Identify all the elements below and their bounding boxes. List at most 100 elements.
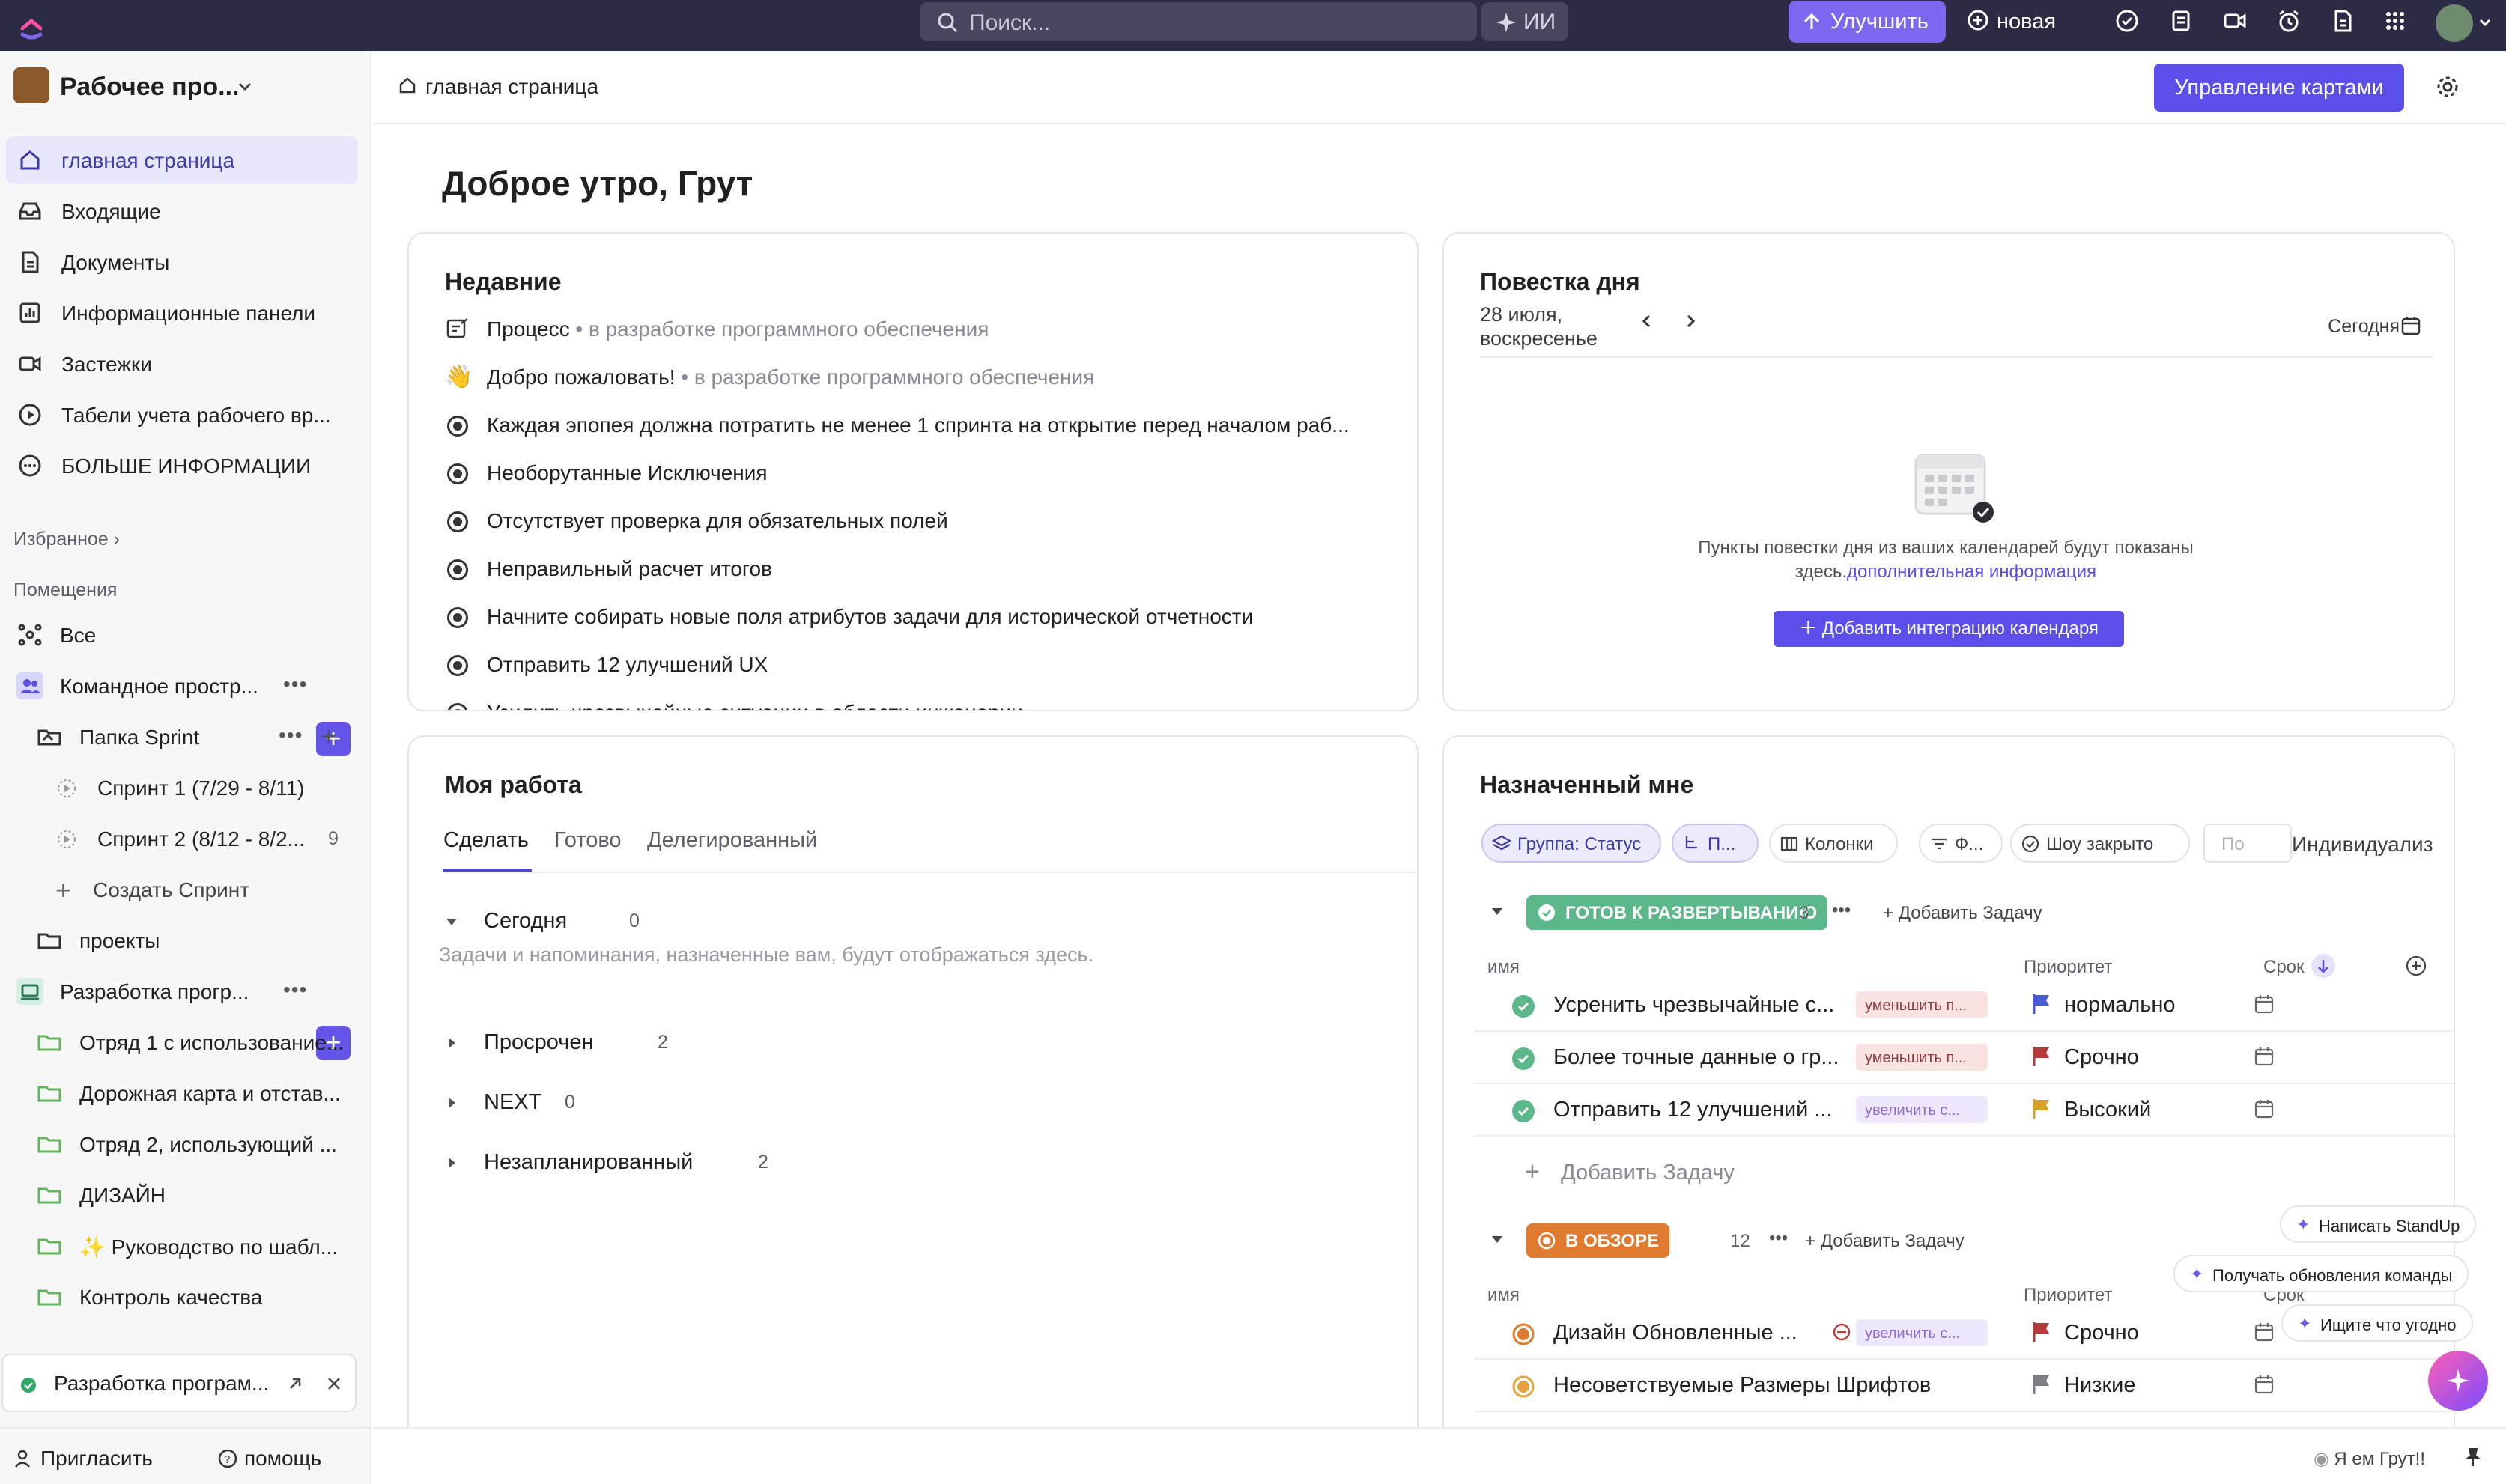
close-icon[interactable] xyxy=(324,1373,345,1394)
task-status-done-icon[interactable] xyxy=(1511,994,1535,1018)
sprint-folder-icon xyxy=(37,729,61,746)
status-review-more-icon[interactable]: ••• xyxy=(1769,1228,1788,1249)
task-tag[interactable]: увеличить с... xyxy=(1856,1096,1988,1123)
due-date-icon[interactable] xyxy=(2253,1373,2275,1396)
status-pill-review[interactable]: В ОБЗОРЕ xyxy=(1526,1223,1670,1258)
alarm-clock-icon[interactable] xyxy=(2275,7,2302,34)
notepad-icon[interactable] xyxy=(2167,7,2194,34)
due-date-icon[interactable] xyxy=(2253,993,2275,1015)
clickup-logo-icon[interactable] xyxy=(16,9,46,42)
status-review-add-task[interactable]: + Добавить Задачу xyxy=(1805,1231,1965,1252)
document-icon[interactable] xyxy=(2329,7,2356,34)
task-tag[interactable]: увеличить с... xyxy=(1856,1319,1988,1346)
ai-suggestion-label: Получать обновления команды xyxy=(2212,1266,2453,1285)
workspace-name: Рабочее про... xyxy=(60,73,240,101)
due-date-icon[interactable] xyxy=(2253,1098,2275,1120)
show-closed-chip[interactable]: Шоу закрыто xyxy=(2010,824,2190,863)
col-priority-header[interactable]: Приоритет xyxy=(2024,1285,2112,1306)
user-status[interactable]: ◉ Я ем Грут!! xyxy=(2314,1448,2425,1470)
col-priority-header[interactable]: Приоритет xyxy=(2024,957,2112,978)
subtask-icon xyxy=(1685,836,1697,849)
my-work-card: Моя работа Сделать Готово Делегированный… xyxy=(407,735,1419,1454)
check-circle-icon[interactable] xyxy=(2114,7,2141,34)
upgrade-button[interactable]: Улучшить xyxy=(1789,1,1946,43)
columns-chip[interactable]: Колонки xyxy=(1769,824,1898,863)
add-column-icon[interactable] xyxy=(2404,954,2428,978)
page-header: главная страница Управление картами xyxy=(373,51,2506,124)
nav-clips[interactable]: Застежки xyxy=(6,340,358,388)
task-status-done-icon[interactable] xyxy=(1511,1047,1535,1071)
gear-icon[interactable] xyxy=(2434,73,2461,100)
add-calendar-integration-button[interactable]: ＋ Добавить интеграцию календаря xyxy=(1774,611,2124,647)
nav-timesheets[interactable]: Табели учета рабочего вр... xyxy=(6,391,358,439)
filter-chip[interactable]: Ф... xyxy=(1919,824,2003,863)
tab-delegated[interactable]: Делегированный xyxy=(647,828,817,853)
group-by-status-chip[interactable]: Группа: Статус xyxy=(1481,824,1661,863)
col-due-header[interactable]: Срок xyxy=(2263,957,2305,978)
task-tag[interactable]: уменьшить п... xyxy=(1856,1044,1988,1071)
chevron-left-icon[interactable] xyxy=(1637,311,1657,331)
space-team-more-icon[interactable]: ••• xyxy=(283,672,307,696)
status-ready-more-icon[interactable]: ••• xyxy=(1832,900,1851,921)
today-button[interactable]: Сегодня xyxy=(2328,316,2400,338)
folder-sprint-more-icon[interactable]: ••• xyxy=(279,723,303,747)
collapse-caret-icon[interactable] xyxy=(1489,1231,1505,1247)
nav-dashboards[interactable]: Информационные панели xyxy=(6,289,358,337)
chevron-down-icon xyxy=(238,82,252,91)
video-icon[interactable] xyxy=(2221,7,2248,34)
plus-circle-icon xyxy=(1968,10,1988,31)
sort-down-icon[interactable] xyxy=(2310,952,2337,979)
col-name-header[interactable]: имя xyxy=(1487,957,1520,978)
flag-icon xyxy=(2033,1047,2049,1066)
status-pill-ready[interactable]: ГОТОВ К РАЗВЕРТЫВАНИЮ xyxy=(1526,895,1828,930)
calendar-icon[interactable] xyxy=(2400,314,2422,337)
space-software-dev-more-icon[interactable]: ••• xyxy=(283,978,307,1002)
subtasks-chip[interactable]: П... xyxy=(1672,824,1759,863)
task-icon xyxy=(447,655,468,676)
pin-icon[interactable] xyxy=(2463,1447,2484,1468)
assigned-search-input[interactable]: По xyxy=(2203,824,2292,863)
customize-button[interactable]: Индивидуализ xyxy=(2292,833,2433,857)
task-status-review-icon[interactable] xyxy=(1511,1322,1535,1346)
chevron-right-icon[interactable] xyxy=(1681,311,1700,331)
task-row[interactable]: Несоветствуемые Размеры Шрифтов Низкие xyxy=(1474,1360,2454,1412)
my-work-empty-text: Задачи и напоминания, назначенные вам, б… xyxy=(439,943,1094,966)
ai-assistant-button[interactable] xyxy=(2428,1351,2488,1411)
nav-dashboards-label: Информационные панели xyxy=(61,302,316,325)
minimized-task[interactable]: Разработка програм... xyxy=(1,1354,357,1412)
ai-suggestion-standup[interactable]: ✦ Написать StandUp xyxy=(2280,1205,2477,1243)
nav-home[interactable]: главная страница xyxy=(6,136,358,184)
task-tag[interactable]: уменьшить п... xyxy=(1856,991,1988,1018)
task-status-done-icon[interactable] xyxy=(1511,1099,1535,1123)
favorites-section[interactable]: Избранное › xyxy=(13,529,120,550)
tab-todo[interactable]: Сделать xyxy=(443,828,529,853)
search-input[interactable]: Поиск... xyxy=(920,2,1477,41)
collapse-caret-icon[interactable] xyxy=(1489,903,1505,919)
expand-icon[interactable] xyxy=(285,1373,306,1394)
folder-roadmap-label: Дорожная карта и отстав... xyxy=(79,1082,341,1105)
nav-more[interactable]: БОЛЬШЕ ИНФОРМАЦИИ xyxy=(6,442,358,490)
due-date-icon[interactable] xyxy=(2253,1321,2275,1343)
ai-suggestion-team-updates[interactable]: ✦ Получать обновления команды xyxy=(2173,1255,2469,1292)
task-row[interactable]: Более точные данные о гр... уменьшить п.… xyxy=(1474,1032,2454,1084)
recent-item-name: Отсутствует проверка для обязательных по… xyxy=(487,509,948,532)
nav-inbox[interactable]: Входящие xyxy=(6,187,358,235)
apps-grid-icon[interactable] xyxy=(2382,7,2409,34)
ai-button[interactable]: ИИ xyxy=(1481,2,1568,41)
due-date-icon[interactable] xyxy=(2253,1045,2275,1068)
chevron-down-icon[interactable] xyxy=(2476,13,2494,31)
more-info-link[interactable]: дополнительная информация xyxy=(1847,562,2096,582)
nav-docs[interactable]: Документы xyxy=(6,238,358,286)
tab-done[interactable]: Готово xyxy=(554,828,622,853)
search-placeholder: Поиск... xyxy=(969,10,1051,35)
col-name-header[interactable]: имя xyxy=(1487,1285,1520,1306)
task-row[interactable]: Усренить чрезвычайные с... уменьшить п..… xyxy=(1474,979,2454,1032)
task-row[interactable]: Отправить 12 улучшений ... увеличить с..… xyxy=(1474,1084,2454,1137)
manage-cards-button[interactable]: Управление картами xyxy=(2154,64,2404,112)
folder-sprint-add-icon[interactable]: + xyxy=(321,720,337,752)
status-ready-add-task[interactable]: + Добавить Задачу xyxy=(1883,903,2042,924)
task-status-review-icon[interactable] xyxy=(1511,1375,1535,1399)
user-avatar[interactable] xyxy=(2436,4,2473,42)
ai-suggestion-search[interactable]: ✦ Ищите что угодно xyxy=(2281,1304,2473,1342)
my-work-title: Моя работа xyxy=(445,771,582,798)
